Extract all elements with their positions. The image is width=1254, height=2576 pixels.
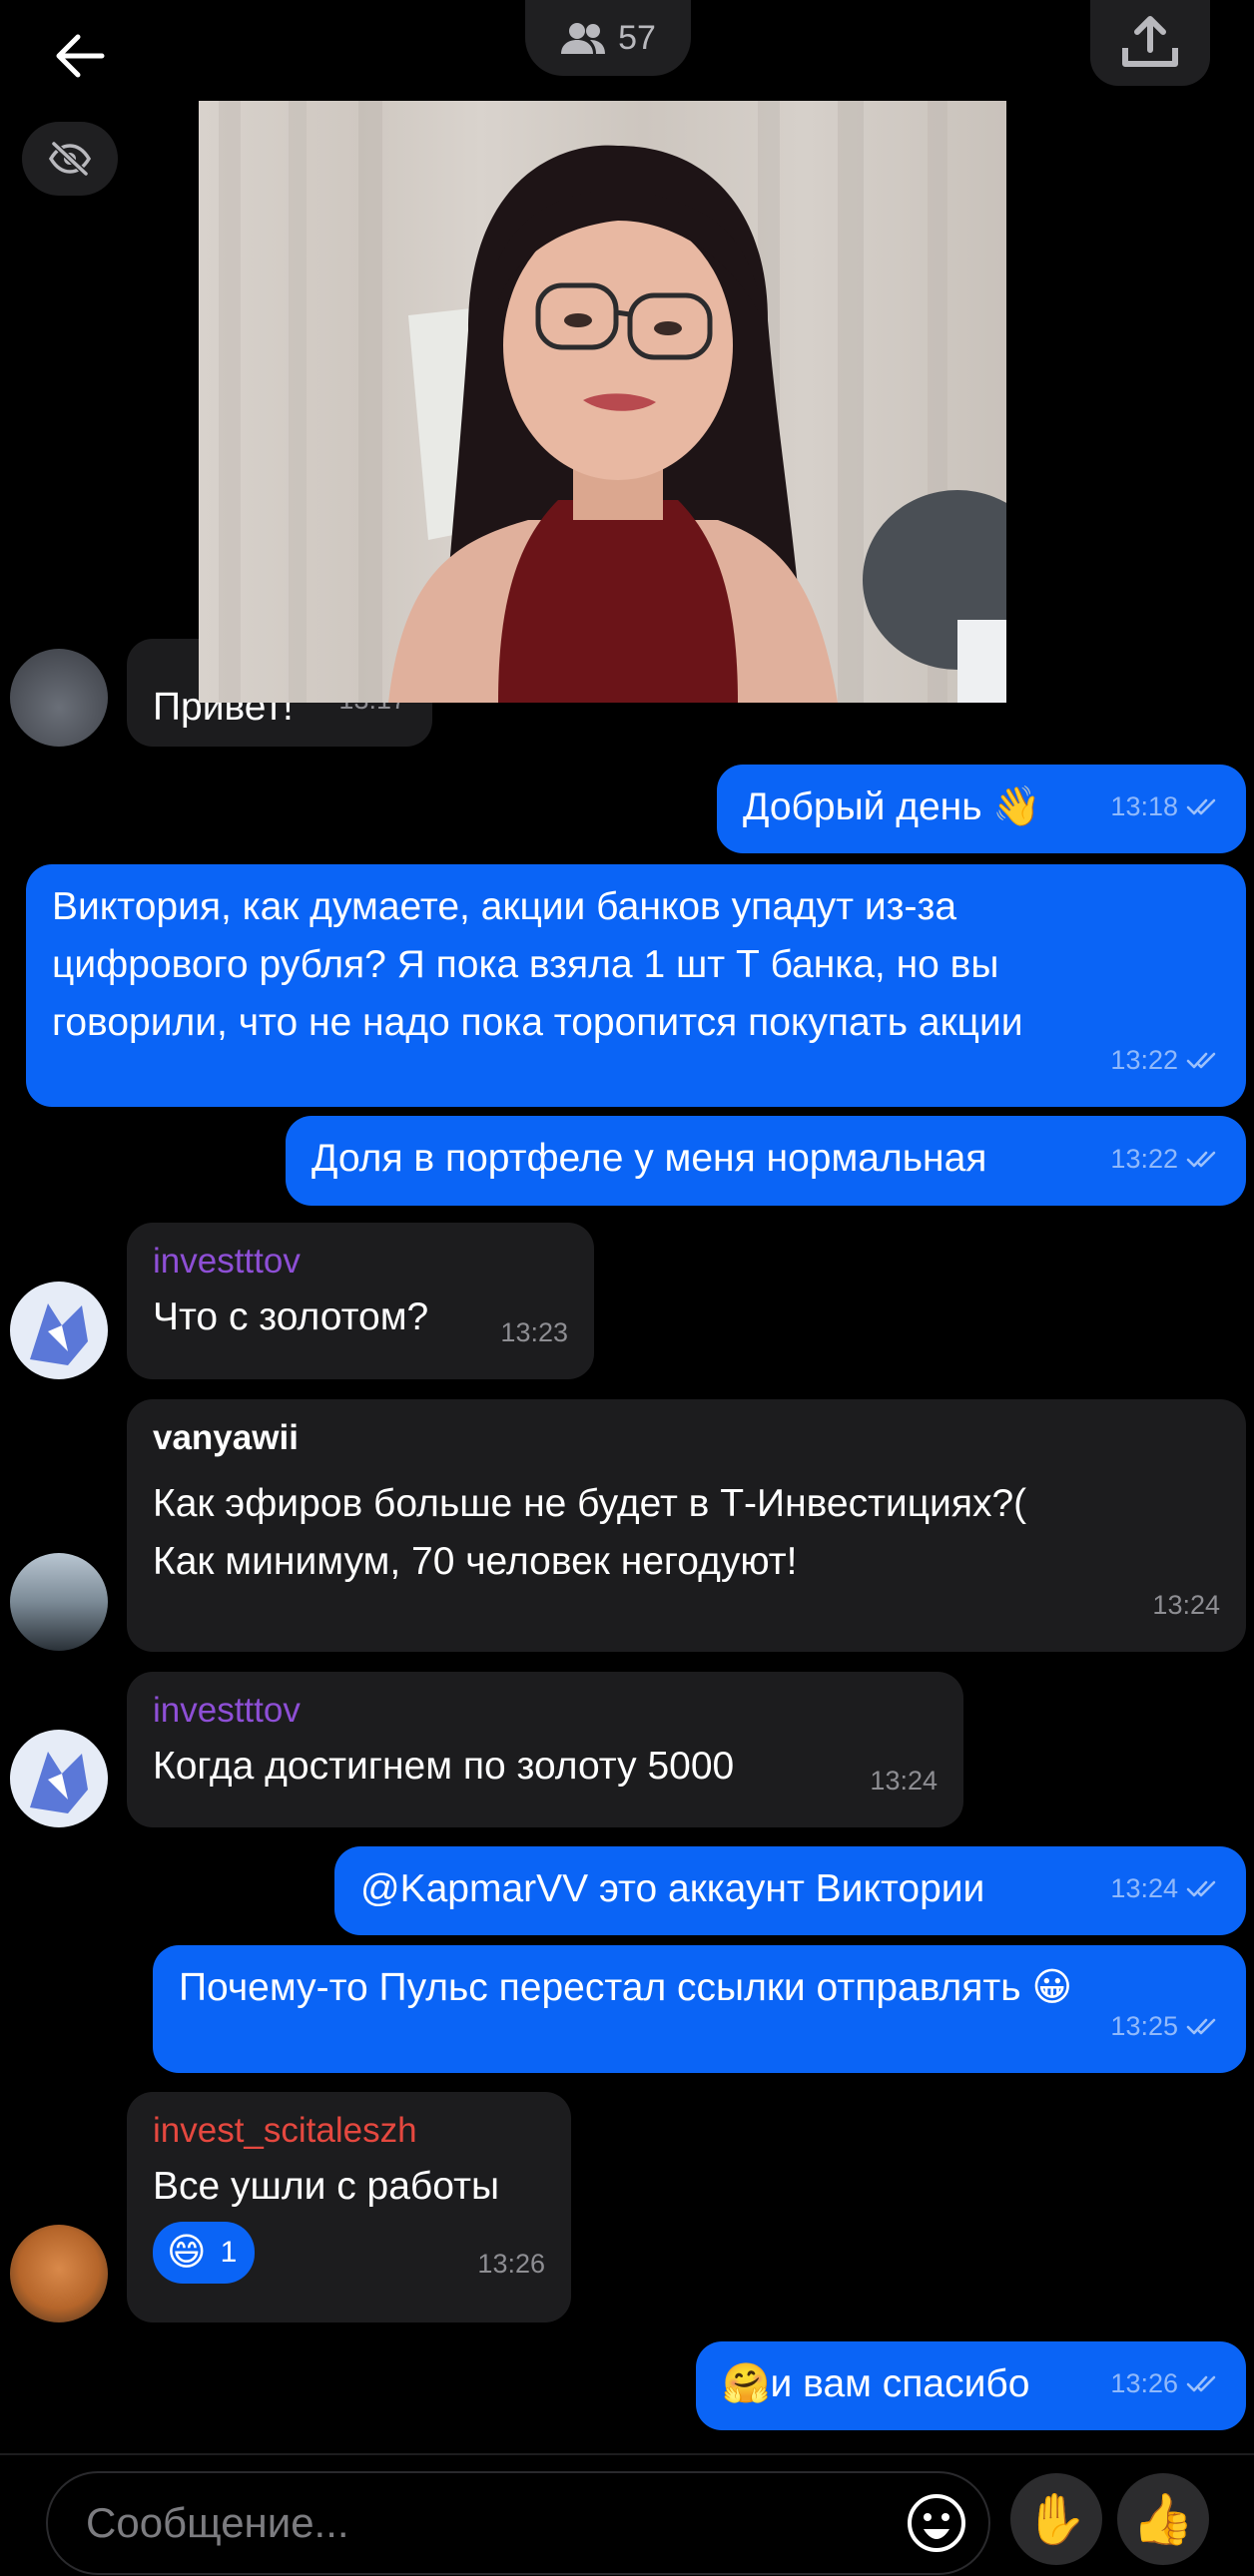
message-bubble[interactable]: investttov Когда достигнем по золоту 500…	[127, 1672, 963, 1827]
read-check-icon	[1186, 1052, 1216, 1069]
avatar[interactable]	[10, 1282, 108, 1379]
message-bubble[interactable]: Доля в портфеле у меня нормальная 13:22	[286, 1116, 1246, 1206]
avatar[interactable]	[10, 1730, 108, 1827]
composer-divider	[0, 2453, 1254, 2455]
back-button[interactable]	[40, 20, 120, 92]
message-text: Когда достигнем по золоту 5000	[153, 1745, 735, 1788]
viewers-count-badge[interactable]: 57	[525, 0, 691, 76]
message-text: @KapmarVV это аккаунт Виктории	[360, 1867, 985, 1910]
hide-video-button[interactable]	[22, 122, 118, 196]
message-time: 13:22	[1110, 1031, 1220, 1089]
message-author[interactable]: invest_scitaleszh	[153, 2108, 545, 2154]
eye-off-icon	[48, 142, 92, 176]
read-check-icon	[1186, 2018, 1216, 2035]
emoji-button[interactable]	[905, 2491, 968, 2555]
video-frame	[219, 101, 1006, 703]
avatar[interactable]	[10, 1553, 108, 1651]
thumbs-up-icon: 👍	[1131, 2490, 1195, 2547]
live-video-player[interactable]	[199, 101, 1006, 703]
message-line: цифрового рубля? Я пока взяла 1 шт Т бан…	[52, 943, 999, 986]
message-bubble[interactable]: 🤗и вам спасибо 13:26	[696, 2341, 1246, 2430]
message-time: 13:23	[500, 1317, 568, 1347]
message-line: Виктория, как думаете, акции банков упад…	[52, 885, 957, 928]
fox-avatar-icon	[30, 1752, 88, 1813]
viewers-count: 57	[618, 18, 656, 57]
reaction-emoji: 😄	[167, 2232, 207, 2274]
message-bubble[interactable]: invest_scitaleszh Все ушли с работы 😄 1 …	[127, 2092, 571, 2322]
message-line: Как минимум, 70 человек негодуют!	[153, 1540, 798, 1583]
reaction-count: 1	[220, 2236, 238, 2269]
message-bubble[interactable]: investttov Что с золотом? 13:23	[127, 1223, 594, 1379]
message-bubble[interactable]: Почему-то Пульс перестал ссылки отправля…	[153, 1945, 1246, 2073]
message-time: 13:22	[1110, 1130, 1220, 1188]
message-bubble[interactable]: Виктория, как думаете, акции банков упад…	[26, 864, 1246, 1107]
message-text: Доля в портфеле у меня нормальная	[312, 1137, 987, 1180]
read-check-icon	[1186, 798, 1216, 815]
reaction-chip[interactable]: 😄 1	[153, 2222, 256, 2284]
message-bubble[interactable]: @KapmarVV это аккаунт Виктории 13:24	[334, 1846, 1246, 1935]
message-time: 13:24	[1110, 1859, 1220, 1917]
message-text: Все ушли с работы	[153, 2165, 499, 2208]
avatar[interactable]	[10, 649, 108, 747]
message-input[interactable]	[84, 2498, 867, 2548]
message-time: 13:24	[1152, 1590, 1220, 1620]
message-time: 13:26	[477, 2249, 545, 2279]
avatar[interactable]	[10, 2225, 108, 2322]
message-text: 🤗и вам спасибо	[722, 2362, 1030, 2405]
message-text: Почему-то Пульс перестал ссылки отправля…	[179, 1966, 1073, 2009]
like-button[interactable]: 👍	[1117, 2473, 1209, 2565]
smiley-icon	[908, 2494, 965, 2552]
read-check-icon	[1186, 1151, 1216, 1168]
read-check-icon	[1186, 2375, 1216, 2392]
people-icon	[561, 23, 606, 54]
message-line: Как эфиров больше не будет в Т-Инвестици…	[153, 1482, 1027, 1525]
raise-hand-button[interactable]: ✋	[1010, 2473, 1102, 2565]
message-text: Добрый день 👋	[743, 785, 1041, 828]
message-composer[interactable]	[46, 2471, 990, 2575]
message-author[interactable]: vanyawii	[153, 1415, 1220, 1461]
message-time: 13:26	[1110, 2354, 1220, 2412]
message-author[interactable]: investttov	[153, 1688, 938, 1734]
arrow-left-icon	[56, 34, 105, 78]
fox-avatar-icon	[30, 1303, 88, 1365]
message-time: 13:18	[1110, 777, 1220, 835]
upload-icon	[1122, 16, 1178, 67]
message-bubble[interactable]: Добрый день 👋 13:18	[717, 765, 1246, 853]
message-author[interactable]: investttov	[153, 1239, 568, 1285]
raise-hand-icon: ✋	[1024, 2490, 1088, 2547]
message-time: 13:25	[1110, 1997, 1220, 2055]
message-bubble[interactable]: vanyawii Как эфиров больше не будет в Т-…	[127, 1399, 1246, 1652]
message-line: говорили, что не надо пока торопится пок…	[52, 1001, 1023, 1044]
share-button[interactable]	[1090, 0, 1210, 86]
message-time: 13:24	[870, 1766, 938, 1796]
read-check-icon	[1186, 1880, 1216, 1897]
